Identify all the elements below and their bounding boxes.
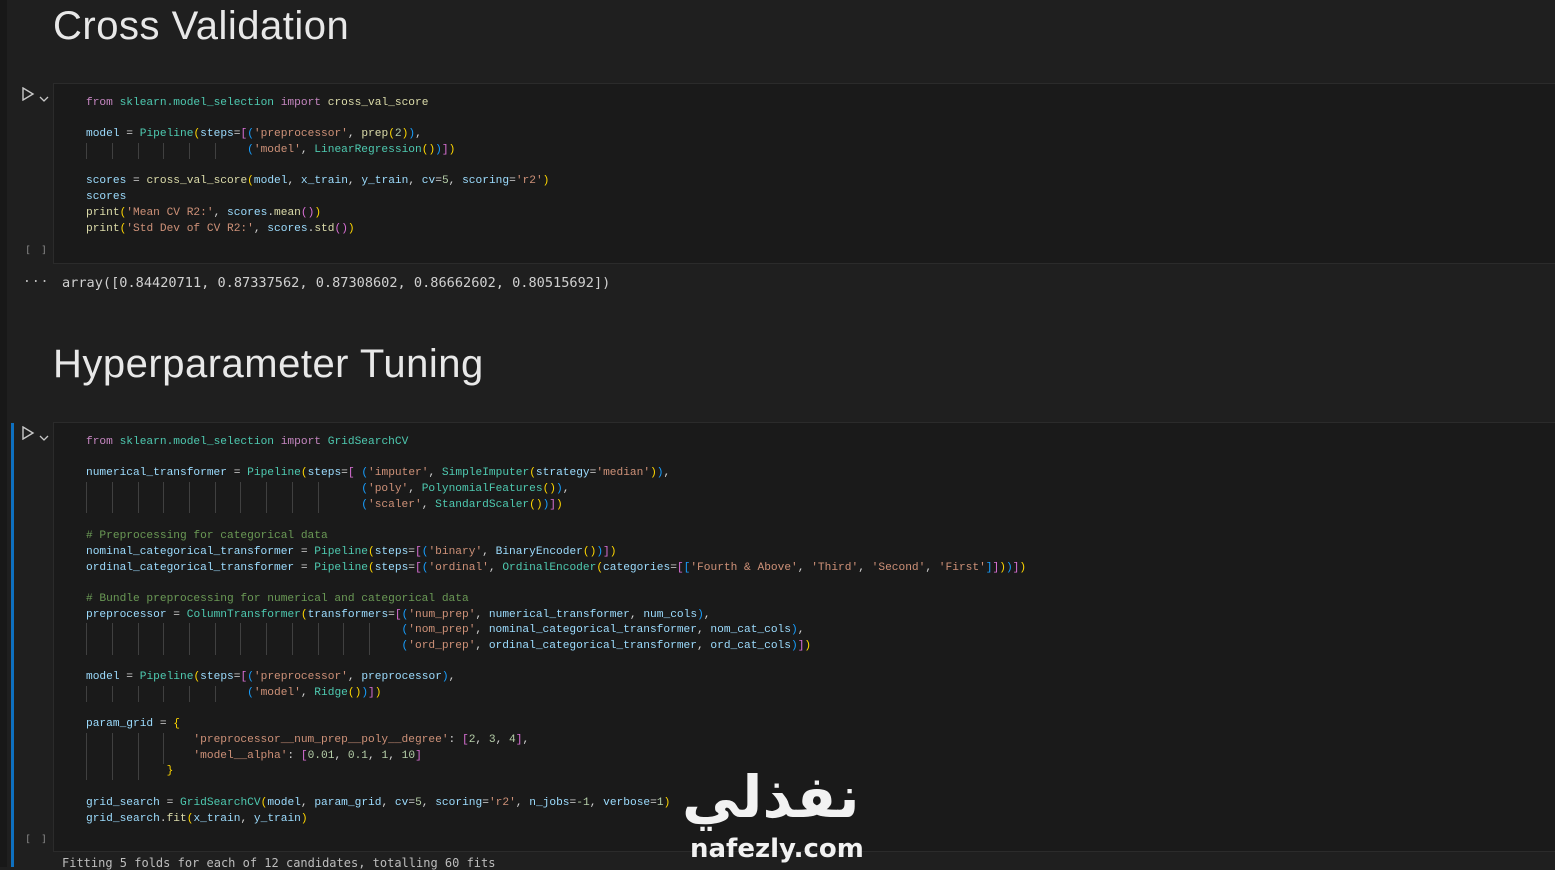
code-line: from sklearn.model_selection import Grid… — [86, 436, 409, 448]
code-line: grid_search.fit(x_train, y_train) — [86, 812, 308, 825]
partial-cell-output: Fitting 5 folds for each of 12 candidate… — [62, 856, 496, 870]
active-cell-indicator — [11, 423, 14, 867]
code-line: numerical_transformer = Pipeline(steps=[… — [86, 467, 671, 480]
code-line: param_grid = { — [86, 718, 181, 731]
cell-output: array([0.84420711, 0.87337562, 0.8730860… — [62, 275, 611, 291]
left-rail — [0, 0, 7, 867]
markdown-heading-cross-validation: Cross Validation — [53, 4, 350, 48]
code-line: ('scaler', StandardScaler())]) — [86, 497, 1026, 514]
code-line: scores — [86, 191, 127, 204]
play-icon — [22, 87, 35, 101]
execution-count: [ ] — [25, 834, 50, 845]
run-options-chevron-icon[interactable] — [39, 89, 49, 102]
code-line: ('nom_prep', nominal_categorical_transfo… — [86, 623, 1026, 639]
code-line: grid_search = GridSearchCV(model, param_… — [86, 796, 671, 809]
code-line: 'preprocessor__num_prep__poly__degree': … — [86, 733, 1026, 749]
code-line: print('Std Dev of CV R2:', scores.std()) — [86, 222, 355, 235]
run-cell-button[interactable] — [21, 426, 35, 440]
play-icon — [22, 426, 35, 440]
code-line: ('model', LinearRegression())]) — [86, 143, 549, 159]
watermark-arabic-text: نفذلي — [682, 763, 860, 831]
code-line: ('poly', PolynomialFeatures()), — [86, 482, 1026, 498]
code-line: # Preprocessing for categorical data — [86, 530, 328, 543]
markdown-heading-hyperparameter-tuning: Hyperparameter Tuning — [53, 342, 484, 386]
code-line: scores = cross_val_score(model, x_train,… — [86, 175, 550, 188]
code-line: model = Pipeline(steps=[('preprocessor',… — [86, 128, 422, 141]
run-cell-button[interactable] — [21, 87, 35, 101]
run-options-chevron-icon[interactable] — [39, 428, 49, 441]
nafezly-watermark: نفذلي nafezly.com — [682, 762, 882, 867]
code-line: ('ord_prep', ordinal_categorical_transfo… — [86, 638, 1026, 655]
code-line: ordinal_categorical_transformer = Pipeli… — [86, 561, 1027, 574]
watermark-domain-text: nafezly.com — [690, 834, 864, 864]
execution-count: [ ] — [25, 245, 50, 256]
code-line: preprocessor = ColumnTransformer(transfo… — [86, 608, 711, 621]
code-line: } — [86, 764, 1026, 781]
code-editor[interactable]: from sklearn.model_selection import Grid… — [86, 435, 1026, 827]
code-line: model = Pipeline(steps=[('preprocessor',… — [86, 671, 456, 684]
code-cell[interactable]: from sklearn.model_selection import cros… — [53, 83, 1555, 264]
code-line: print('Mean CV R2:', scores.mean()) — [86, 206, 322, 219]
code-line: nominal_categorical_transformer = Pipeli… — [86, 545, 617, 558]
code-line: 'model__alpha': [0.01, 0.1, 1, 10] — [86, 748, 1026, 765]
output-more-actions-icon[interactable]: ... — [23, 271, 49, 286]
code-line: ('model', Ridge())]) — [86, 686, 1026, 702]
code-line: from sklearn.model_selection import cros… — [86, 97, 429, 109]
code-line: # Bundle preprocessing for numerical and… — [86, 592, 469, 605]
code-editor[interactable]: from sklearn.model_selection import cros… — [86, 96, 549, 237]
